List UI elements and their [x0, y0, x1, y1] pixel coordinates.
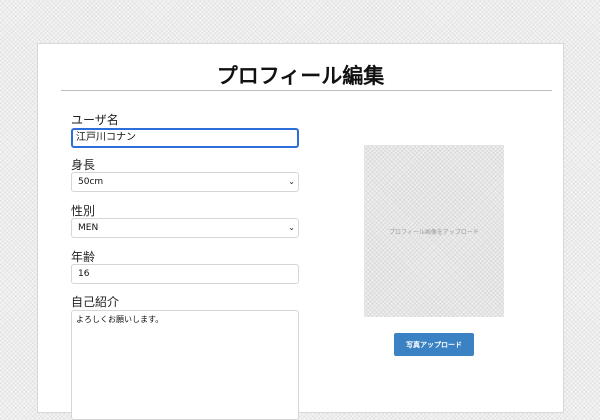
gender-select-value: MEN — [78, 223, 99, 233]
gender-select[interactable]: MEN ⌄ — [71, 218, 299, 238]
profile-photo-placeholder[interactable]: プロフィール画像をアップロード — [364, 145, 504, 317]
title-divider — [61, 90, 552, 91]
chevron-down-icon: ⌄ — [288, 177, 295, 186]
username-label: ユーザ名 — [71, 113, 119, 127]
age-input[interactable]: 16 — [71, 264, 299, 284]
profile-edit-card: プロフィール編集 ユーザ名 江戸川コナン 身長 50cm ⌄ 性別 MEN ⌄ … — [37, 43, 564, 420]
gender-label: 性別 — [71, 204, 96, 218]
chevron-down-icon: ⌄ — [288, 223, 295, 232]
height-select[interactable]: 50cm ⌄ — [71, 172, 299, 192]
photo-placeholder-text: プロフィール画像をアップロード — [389, 228, 479, 236]
upload-photo-button[interactable]: 写真アップロード — [394, 333, 474, 356]
username-input[interactable]: 江戸川コナン — [71, 128, 299, 148]
age-label: 年齢 — [71, 250, 96, 264]
height-label: 身長 — [71, 158, 96, 172]
height-select-value: 50cm — [78, 177, 104, 187]
bio-label: 自己紹介 — [71, 295, 120, 309]
page-title: プロフィール編集 — [216, 64, 385, 88]
bio-textarea[interactable]: よろしくお願いします。 — [71, 310, 299, 420]
